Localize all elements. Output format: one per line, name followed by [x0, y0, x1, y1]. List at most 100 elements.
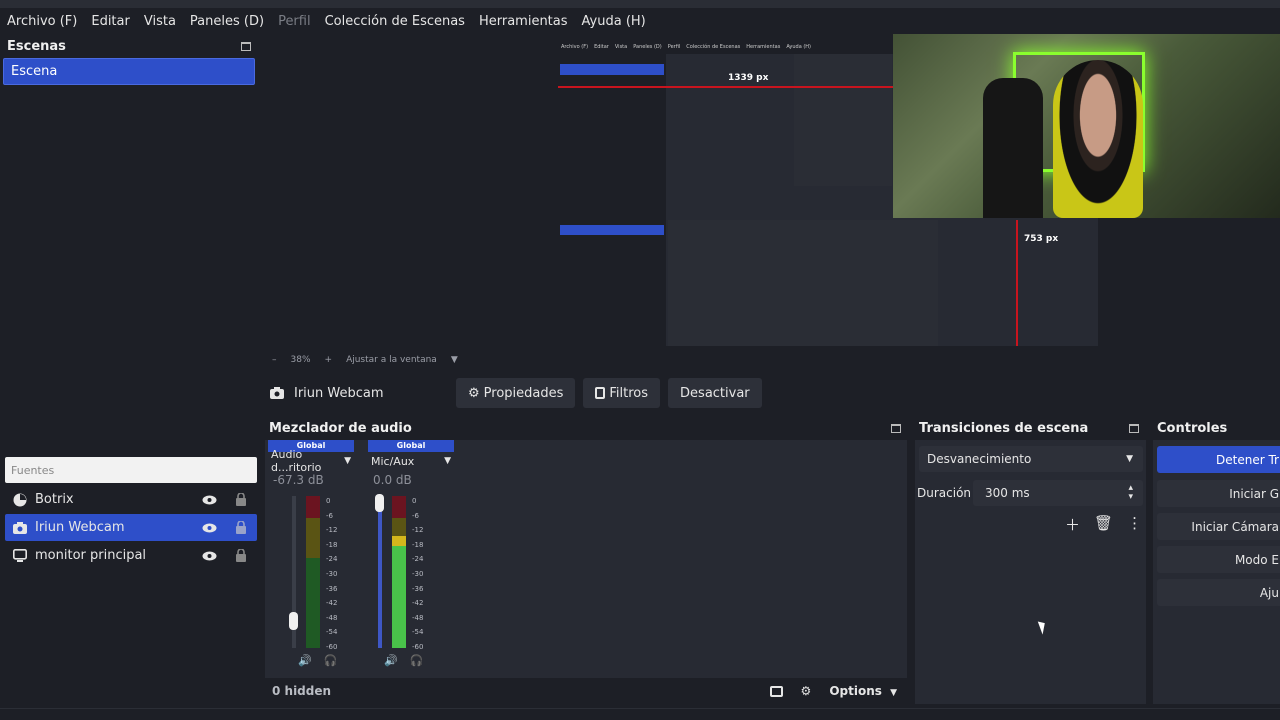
camera-icon	[270, 387, 284, 399]
speaker-icon[interactable]: 🔊	[298, 654, 312, 667]
volume-knob[interactable]	[289, 612, 298, 630]
mini-menu-paneles: Paneles (D)	[633, 44, 662, 50]
db-scale: 0 -6 -12 -18 -24 -30 -36 -42 -48 -54 -60	[412, 497, 424, 651]
volume-knob[interactable]	[375, 494, 384, 512]
settings-icon[interactable]: ⚙	[801, 684, 812, 698]
mini-menu-coleccion: Colección de Escenas	[686, 44, 741, 50]
controls-title: Controles	[1157, 420, 1228, 436]
volume-slider[interactable]	[375, 494, 384, 648]
mini-mixer-panel	[668, 220, 938, 346]
mini-menu-ayuda: Ayuda (H)	[786, 44, 812, 50]
filter-icon	[595, 387, 606, 399]
undock-icon[interactable]	[891, 423, 901, 433]
transition-actions: ＋ 🗑 ⋮	[1065, 514, 1142, 535]
options-button[interactable]: Options ▼	[829, 684, 897, 698]
volume-meter	[306, 496, 320, 648]
eye-icon[interactable]	[201, 549, 217, 563]
menu-archivo[interactable]: Archivo (F)	[0, 14, 84, 29]
zoom-out-button[interactable]: –	[272, 355, 277, 365]
gaming-chair	[983, 78, 1043, 218]
chevron-down-icon: ▼	[890, 688, 897, 698]
webcam-feed	[893, 34, 1280, 218]
properties-button[interactable]: ⚙ Propiedades	[456, 378, 576, 408]
source-item-monitor-principal[interactable]: monitor principal	[5, 542, 257, 569]
mini-scene-item	[560, 64, 664, 75]
window-titlebar	[0, 0, 1280, 8]
menu-paneles[interactable]: Paneles (D)	[183, 14, 271, 29]
sources-filter[interactable]: Fuentes	[5, 457, 257, 483]
db-scale: 0 -6 -12 -18 -24 -30 -36 -42 -48 -54 -60	[326, 497, 338, 651]
channel-controls: 🔊 🎧	[384, 654, 423, 667]
hidden-count: 0 hidden	[272, 684, 332, 698]
eye-icon[interactable]	[201, 521, 217, 535]
audio-mixer-dock: Mezclador de audio Global Audio d...rito…	[262, 416, 908, 704]
menu-editar[interactable]: Editar	[84, 14, 137, 29]
duration-value: 300 ms	[985, 486, 1030, 500]
source-item-botrix[interactable]: Botrix	[5, 486, 257, 513]
height-measure-label: 753 px	[1024, 234, 1059, 244]
menu-vista[interactable]: Vista	[137, 14, 183, 29]
fit-window-label[interactable]: Ajustar a la ventana	[346, 355, 437, 365]
volume-slider[interactable]	[289, 496, 298, 648]
filters-label: Filtros	[609, 385, 649, 401]
properties-label: Propiedades	[483, 385, 564, 401]
lock-icon[interactable]	[233, 493, 249, 507]
filters-button[interactable]: Filtros	[583, 378, 661, 408]
scenes-title: Escenas	[7, 38, 66, 54]
headphones-icon[interactable]: 🎧	[410, 654, 424, 667]
chevron-down-icon: ▼	[1126, 454, 1133, 464]
duration-field[interactable]: 300 ms ▴ ▾	[973, 480, 1143, 506]
eye-icon[interactable]	[201, 493, 217, 507]
lock-icon[interactable]	[233, 549, 249, 563]
layout-icon[interactable]	[769, 685, 783, 697]
transition-selected: Desvanecimiento	[927, 452, 1032, 466]
zoom-in-button[interactable]: +	[325, 355, 333, 365]
settings-button[interactable]: Aju	[1157, 579, 1280, 606]
add-icon[interactable]: ＋	[1065, 514, 1080, 535]
channel-controls: 🔊 🎧	[298, 654, 337, 667]
channel-name-dropdown[interactable]: Audio d...ritorio ▼	[268, 448, 354, 474]
scene-item[interactable]: Escena	[3, 58, 255, 85]
start-virtual-camera-button[interactable]: Iniciar Cámara	[1157, 513, 1280, 540]
channel-scope: Global	[368, 440, 454, 452]
scene-list: Escena	[3, 58, 255, 454]
channel-db: 0.0 dB	[373, 473, 412, 487]
mini-source-selected	[560, 225, 664, 235]
selected-source-name: Iriun Webcam	[294, 385, 384, 401]
stop-streaming-button[interactable]: Detener Tr	[1157, 446, 1280, 473]
transitions-header: Transiciones de escena	[912, 416, 1146, 440]
channel-name: Mic/Aux	[371, 454, 415, 468]
undock-icon[interactable]	[241, 41, 251, 51]
menu-ayuda[interactable]: Ayuda (H)	[575, 14, 653, 29]
channel-name-dropdown[interactable]: Mic/Aux ▼	[368, 452, 454, 470]
controls-dock: Controles Detener Tr Iniciar G Iniciar C…	[1150, 416, 1280, 704]
speaker-icon[interactable]: 🔊	[384, 654, 398, 667]
trash-icon[interactable]: 🗑	[1094, 514, 1113, 535]
studio-mode-button[interactable]: Modo E	[1157, 546, 1280, 573]
mixer-title: Mezclador de audio	[269, 420, 412, 436]
transitions-title: Transiciones de escena	[919, 420, 1089, 436]
menu-coleccion-escenas[interactable]: Colección de Escenas	[318, 14, 472, 29]
mini-nested-preview	[794, 54, 892, 186]
stepper-icon[interactable]: ▴ ▾	[1128, 484, 1133, 502]
more-icon[interactable]: ⋮	[1127, 514, 1142, 535]
person	[1053, 60, 1143, 218]
program-preview[interactable]: Archivo (F) Editar Vista Paneles (D) Per…	[262, 34, 1280, 350]
menu-bar: Archivo (F) Editar Vista Paneles (D) Per…	[0, 8, 1280, 34]
headphones-icon[interactable]: 🎧	[324, 654, 338, 667]
chevron-down-icon: ▼	[344, 456, 351, 466]
mini-menu-editar: Editar	[594, 44, 609, 50]
mixer-footer: 0 hidden ⚙ Options ▼	[265, 678, 907, 704]
transition-select[interactable]: Desvanecimiento ▼	[919, 446, 1143, 472]
source-item-iriun-webcam[interactable]: Iriun Webcam	[5, 514, 257, 541]
start-recording-button[interactable]: Iniciar G	[1157, 480, 1280, 507]
selected-source: Iriun Webcam	[262, 386, 456, 401]
chevron-down-icon[interactable]: ▼	[451, 355, 458, 365]
undock-icon[interactable]	[1129, 423, 1139, 433]
menu-perfil: Perfil	[278, 13, 311, 29]
lock-icon[interactable]	[233, 521, 249, 535]
deactivate-button[interactable]: Desactivar	[668, 378, 762, 408]
width-measure-label: 1339 px	[728, 73, 769, 83]
mini-menu-vista: Vista	[614, 44, 628, 50]
menu-herramientas[interactable]: Herramientas	[472, 14, 575, 29]
